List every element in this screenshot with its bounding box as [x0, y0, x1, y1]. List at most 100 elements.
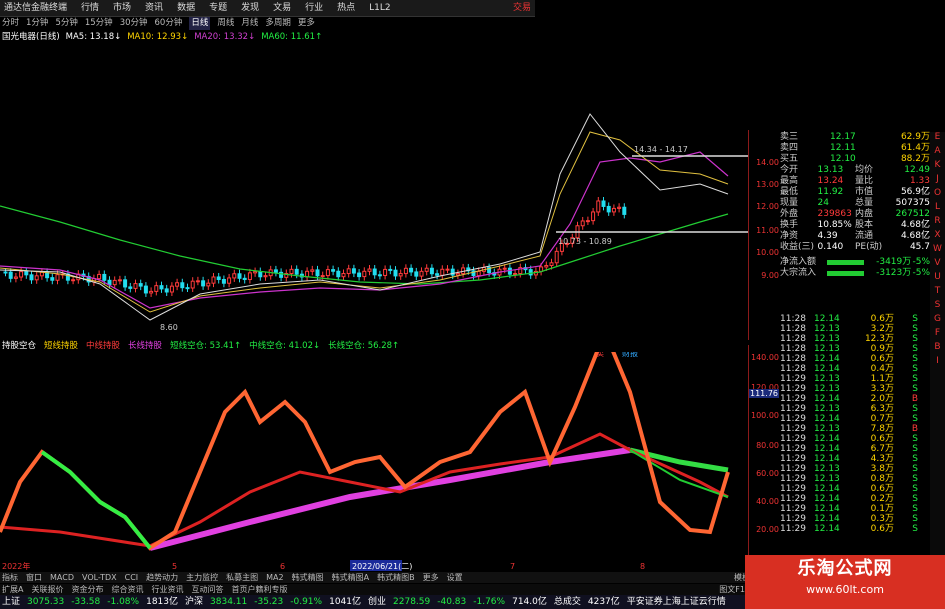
tick-list[interactable]: 11:28 12.14 0.6万 S 11:28 12.13 3.2万 S 11:28 12.13…: [780, 314, 930, 570]
side-tool-button[interactable]: W: [930, 244, 945, 258]
candle-body: [528, 269, 533, 276]
menu-item-discover[interactable]: 发现: [241, 0, 259, 16]
period-daily[interactable]: 日线: [189, 17, 211, 30]
candle-body: [253, 271, 258, 274]
legend-short-empty: 短线空仓: 53.41↑: [170, 341, 242, 351]
index-sz-pct: -0.91%: [290, 597, 323, 607]
menu-item-data[interactable]: 数据: [177, 0, 195, 16]
info-tab[interactable]: 互动问答: [191, 584, 223, 595]
side-tool-button[interactable]: E: [930, 132, 945, 146]
indicator-tab[interactable]: MA2: [266, 572, 283, 583]
ma10-label: MA10: 12.93↓: [127, 32, 189, 42]
period-60min[interactable]: 60分钟: [155, 17, 183, 30]
side-tool-button[interactable]: S: [930, 300, 945, 314]
index-cy-label[interactable]: 创业: [368, 595, 386, 609]
side-tool-button[interactable]: T: [930, 286, 945, 300]
menu-item-market[interactable]: 市场: [113, 0, 131, 16]
info-tab[interactable]: 资金分布: [71, 584, 103, 595]
menu-item-hot[interactable]: 热点: [337, 0, 355, 16]
quote-row-volume: 现量 24 总量 507375: [780, 198, 930, 208]
candle-body: [159, 285, 164, 290]
info-tab[interactable]: 综合资讯: [111, 584, 143, 595]
menu-item-industry[interactable]: 行业: [305, 0, 323, 16]
side-tool-button[interactable]: K: [930, 160, 945, 174]
indicator-tab[interactable]: 韩式精图: [292, 572, 324, 583]
indicator-tab[interactable]: CCI: [125, 572, 139, 583]
indicator-tab[interactable]: 主力监控: [186, 572, 218, 583]
candle-body: [8, 271, 13, 279]
menu-item-l1l2[interactable]: L1L2: [369, 0, 390, 16]
menu-item-quotes[interactable]: 行情: [81, 0, 99, 16]
indicator-tab[interactable]: VOL-TDX: [82, 572, 117, 583]
candle-body: [117, 279, 122, 282]
tick-row: 11:29 12.13 7.8万 B: [780, 424, 918, 434]
candle-body: [34, 275, 39, 281]
side-tool-button[interactable]: O: [930, 188, 945, 202]
period-monthly[interactable]: 月线: [241, 17, 258, 30]
indicator-name[interactable]: 持股空仓: [2, 340, 36, 352]
menu-item-news[interactable]: 资讯: [145, 0, 163, 16]
period-30min[interactable]: 30分钟: [120, 17, 148, 30]
watermark-url: www.60lt.com: [806, 583, 884, 596]
side-tool-button[interactable]: J: [930, 174, 945, 188]
indicator-tab[interactable]: 私募主图: [226, 572, 258, 583]
side-tool-button[interactable]: V: [930, 258, 945, 272]
indicator-tab[interactable]: 指标: [2, 572, 18, 583]
candle-body: [175, 282, 180, 287]
indicator-tab[interactable]: MACD: [50, 572, 74, 583]
tick-row: 11:29 12.14 2.0万 B: [780, 394, 918, 404]
period-1min[interactable]: 1分钟: [26, 17, 48, 30]
quote-row-turnover: 换手 10.85% 股本 4.68亿: [780, 220, 930, 230]
indicator-chart[interactable]: 卖 财报: [0, 352, 748, 570]
legend-mid-empty: 中线空仓: 41.02↓: [249, 341, 321, 351]
index-sh-label[interactable]: 上证: [2, 595, 20, 609]
period-fenshi[interactable]: 分时: [2, 17, 19, 30]
annotation-mid: 10.73 - 10.89: [558, 237, 612, 246]
indicator-tab[interactable]: 设置: [447, 572, 463, 583]
indicator-tab[interactable]: 趋势动力: [146, 572, 178, 583]
period-5min[interactable]: 5分钟: [55, 17, 77, 30]
indicator-tab[interactable]: 更多: [423, 572, 439, 583]
info-tab[interactable]: 关联报价: [31, 584, 63, 595]
period-more[interactable]: 更多: [298, 17, 315, 30]
legend-short-hold: 短线持股: [44, 341, 79, 351]
side-tool-button[interactable]: I: [930, 356, 945, 370]
side-tool-button[interactable]: G: [930, 314, 945, 328]
period-multi[interactable]: 多周期: [265, 17, 291, 30]
side-tool-button[interactable]: R: [930, 216, 945, 230]
candle-body: [216, 276, 221, 280]
period-15min[interactable]: 15分钟: [85, 17, 113, 30]
candle-body: [206, 282, 211, 287]
side-tool-button[interactable]: U: [930, 272, 945, 286]
indicator-tabs: 指标 窗口 MACD VOL-TDX CCI 趋势动力 主力监控 私募主图 MA2 韩式精图 韩式精…: [0, 572, 750, 583]
candle-body: [211, 276, 216, 284]
tick-row: 11:29 12.14 4.3万 S: [780, 454, 918, 464]
side-tool-button[interactable]: F: [930, 328, 945, 342]
candle-body: [138, 283, 143, 287]
indicator-tab[interactable]: 韩式精图B: [377, 572, 415, 583]
info-tab[interactable]: 首页户籍利专版: [231, 584, 287, 595]
period-weekly[interactable]: 周线: [217, 17, 234, 30]
indicator-tab[interactable]: 窗口: [26, 572, 42, 583]
candle-body: [601, 200, 606, 207]
indicator-tab[interactable]: 韩式精图A: [332, 572, 369, 583]
indicator-legend: 持股空仓 短线持股 中线持股 长线持股 短线空仓: 53.41↑ 中线空仓: 4…: [0, 340, 399, 352]
candle-body: [315, 269, 320, 277]
side-tool-button[interactable]: L: [930, 202, 945, 216]
index-sz-change: -35.23: [254, 597, 284, 607]
candle-body: [377, 274, 382, 277]
index-sz-label[interactable]: 沪深: [185, 595, 203, 609]
side-tool-button[interactable]: A: [930, 146, 945, 160]
info-tab[interactable]: 扩展A: [2, 584, 23, 595]
candlestick-chart[interactable]: 14.34 - 14.17 10.73 - 10.89 8.60: [0, 44, 748, 339]
menu-item-topic[interactable]: 专题: [209, 0, 227, 16]
candle-body: [450, 268, 455, 276]
menu-item-wenyi[interactable]: 文易: [273, 0, 291, 16]
annotation-low: 8.60: [160, 323, 178, 332]
info-tab[interactable]: 行业资讯: [151, 584, 183, 595]
candle-body: [362, 270, 367, 278]
trade-button[interactable]: 交易: [513, 0, 531, 16]
side-tool-button[interactable]: B: [930, 342, 945, 356]
candle-body: [237, 273, 242, 279]
side-tool-button[interactable]: X: [930, 230, 945, 244]
